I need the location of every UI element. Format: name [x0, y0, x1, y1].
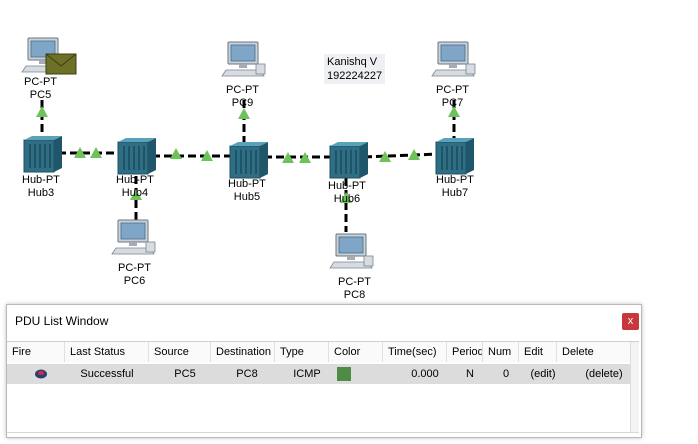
hub7-label: Hub-PT Hub7 [436, 174, 474, 200]
pdu-table: Fire Last Status Source Destination Type… [7, 341, 639, 433]
column-header-periodic[interactable]: Periodic [447, 342, 483, 362]
pc6-name: PC6 [123, 275, 146, 287]
pc7-label: PC-PT PC7 [436, 84, 469, 110]
column-header-destination[interactable]: Destination [211, 342, 275, 362]
pdu-envelope-icon[interactable] [45, 53, 77, 75]
column-header-source[interactable]: Source [149, 342, 211, 362]
cell-color-swatch [329, 364, 359, 384]
hub5-name: Hub5 [233, 191, 261, 203]
hub3-label: Hub-PT Hub3 [22, 174, 60, 200]
pc9-label: PC-PT PC9 [226, 84, 259, 110]
pc6-device[interactable] [111, 219, 156, 255]
hub7-name: Hub7 [441, 187, 469, 199]
pc7-device[interactable] [431, 41, 476, 77]
cell-num: 0 [502, 368, 510, 380]
hub4-name: Hub4 [121, 187, 149, 199]
hub7-device[interactable] [435, 137, 475, 175]
column-header-delete[interactable]: Delete [557, 342, 631, 362]
pc7-name: PC7 [441, 97, 464, 109]
hub3-type: Hub-PT [22, 174, 60, 186]
pc6-type: PC-PT [118, 262, 151, 274]
pc5-type: PC-PT [24, 76, 57, 88]
pc5-name: PC5 [29, 89, 52, 101]
column-header-fire[interactable]: Fire [7, 342, 65, 362]
column-header-time[interactable]: Time(sec) [383, 342, 447, 362]
vertical-scrollbar[interactable] [630, 342, 639, 432]
annotation-name: Kanishq V [327, 56, 378, 68]
annotation-id: 192224227 [327, 70, 383, 82]
pc8-device[interactable] [329, 233, 374, 269]
cell-time: 0.000 [411, 368, 439, 380]
pc9-device[interactable] [221, 41, 266, 77]
fire-icon[interactable] [31, 364, 51, 384]
hub7-type: Hub-PT [436, 174, 474, 186]
hub5-device[interactable] [229, 141, 269, 179]
hub3-name: Hub3 [27, 187, 55, 199]
pc7-type: PC-PT [436, 84, 469, 96]
cell-destination: PC8 [236, 368, 258, 380]
column-header-num[interactable]: Num [483, 342, 519, 362]
hub6-label: Hub-PT Hub6 [328, 180, 366, 206]
hub6-name: Hub6 [333, 193, 361, 205]
delete-link[interactable]: (delete) [575, 364, 633, 384]
table-row[interactable]: Successful PC5 PC8 ICMP 0.000 N 0 (edit)… [7, 364, 639, 384]
hub5-type: Hub-PT [228, 178, 266, 190]
pc5-label: PC-PT PC5 [24, 76, 57, 102]
column-header-edit[interactable]: Edit [519, 342, 557, 362]
hub6-type: Hub-PT [328, 180, 366, 192]
cell-last-status: Successful [80, 368, 134, 380]
column-header-type[interactable]: Type [275, 342, 329, 362]
hub4-device[interactable] [117, 137, 157, 175]
cell-periodic: N [466, 368, 474, 380]
pdu-window-title: PDU List Window [15, 314, 109, 328]
hub4-label: Hub-PT Hub4 [116, 174, 154, 200]
hub6-device[interactable] [329, 141, 369, 179]
pc8-label: PC-PT PC8 [338, 276, 371, 302]
column-header-color[interactable]: Color [329, 342, 383, 362]
annotation-note[interactable]: Kanishq V 192224227 [324, 54, 386, 84]
close-button[interactable]: x [622, 313, 639, 330]
column-header-last-status[interactable]: Last Status [65, 342, 149, 362]
pdu-list-window[interactable]: PDU List Window x Fire Last Status Sourc… [6, 304, 642, 438]
pc8-name: PC8 [343, 289, 366, 301]
pc9-name: PC9 [231, 97, 254, 109]
hub4-type: Hub-PT [116, 174, 154, 186]
pc8-type: PC-PT [338, 276, 371, 288]
pc9-type: PC-PT [226, 84, 259, 96]
pc6-label: PC-PT PC6 [118, 262, 151, 288]
hub3-device[interactable] [23, 135, 63, 173]
edit-link[interactable]: (edit) [523, 364, 563, 384]
hub5-label: Hub-PT Hub5 [228, 178, 266, 204]
